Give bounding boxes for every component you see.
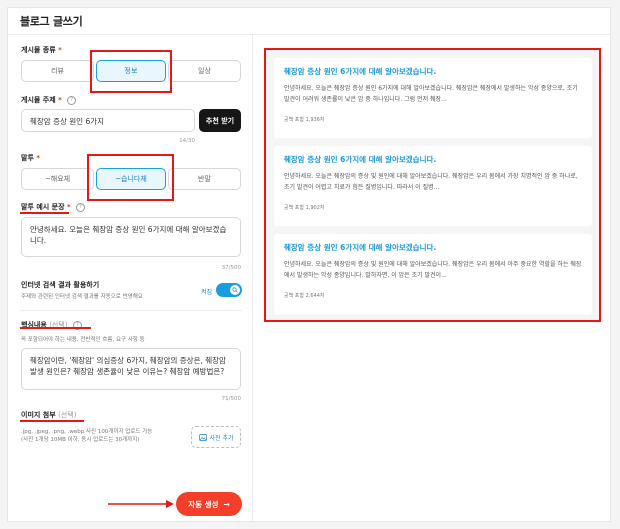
result-body: 안녕하세요. 오늘은 췌장암의 증상 및 원인에 대해 알아보겠습니다. 췌장암…: [284, 261, 582, 279]
post-topic-label: 게시물 주제 * ?: [21, 95, 77, 105]
panel-divider: [252, 35, 253, 521]
toggle-knob: [230, 285, 240, 295]
result-card[interactable]: 췌장암 증상 원인 6가지에 대해 알아보겠습니다. 안녕하세요. 오늘은 췌장…: [274, 234, 592, 314]
image-icon: [198, 433, 207, 441]
header-divider: [8, 34, 610, 35]
required-mark: *: [66, 203, 71, 211]
image-attach-label-text: 이미지 첨부: [21, 411, 56, 419]
add-photo-label: 사진 추가: [209, 434, 234, 442]
tone-example-counter: 37/500: [221, 265, 241, 271]
required-mark: *: [58, 46, 62, 54]
tone-example-textarea[interactable]: 안녕하세요. 오늘은 췌장암 증상 원인 6가지에 대해 알아보겠습니다.: [21, 217, 241, 257]
section-divider: [20, 310, 242, 311]
internet-search-toggle[interactable]: [216, 283, 242, 297]
result-title[interactable]: 췌장암 증상 원인 6가지에 대해 알아보겠습니다.: [284, 242, 582, 253]
tone-example-label: 말투 예시 문장 * ?: [21, 202, 86, 212]
result-title[interactable]: 췌장암 증상 원인 6가지에 대해 알아보겠습니다.: [284, 66, 582, 77]
post-topic-counter: 14/30: [179, 138, 195, 144]
result-title[interactable]: 췌장암 증상 원인 6가지에 대해 알아보겠습니다.: [284, 154, 582, 165]
post-type-label: 게시물 종류 *: [21, 45, 62, 55]
tone-label-text: 말투: [21, 154, 34, 162]
arrow-right-icon: →: [223, 499, 230, 509]
post-type-info[interactable]: 정보: [96, 60, 166, 82]
result-body: 안녕하세요. 오늘은 췌장암 증상 원인 6가지에 대해 알아보겠습니다. 췌장…: [284, 85, 578, 103]
post-type-label-text: 게시물 종류: [21, 46, 56, 54]
tone-banmal[interactable]: 반말: [168, 168, 241, 190]
image-attach-label: 이미지 첨부 (선택): [21, 410, 76, 420]
result-char-count: 공백 포함 1,902자: [284, 205, 325, 211]
annotation-underline-tone-example: [20, 212, 69, 214]
recommend-button[interactable]: 추천 받기: [199, 109, 241, 132]
results-panel: 췌장암 증상 원인 6가지에 대해 알아보겠습니다. 안녕하세요. 오늘은 췌장…: [266, 49, 600, 321]
page-title: 블로그 글쓰기: [20, 15, 83, 28]
image-attach-hint-2: (사진 1개당 10MB 이하, 동시 업로드는 30개까지): [21, 437, 140, 443]
auto-generate-label: 자동 생성: [188, 499, 219, 509]
core-content-hint: 꼭 포함되어야 하는 내용, 전반적인 흐름, 요구 사항 등: [21, 337, 145, 343]
core-content-textarea[interactable]: 췌장암이란, '췌장암' 의심증상 6가지, 췌장암의 증상은, 췌장암 발생 …: [21, 348, 241, 390]
result-char-count: 공백 포함 1,936자: [284, 117, 325, 123]
search-icon: [232, 287, 238, 293]
annotation-arrow: [108, 500, 174, 508]
required-mark: *: [58, 96, 62, 104]
info-icon[interactable]: ?: [67, 95, 77, 105]
add-photo-button[interactable]: 사진 추가: [191, 426, 241, 448]
internet-search-state: 켜짐: [201, 289, 213, 296]
result-card[interactable]: 췌장암 증상 원인 6가지에 대해 알아보겠습니다. 안녕하세요. 오늘은 췌장…: [274, 146, 592, 226]
result-char-count: 공백 포함 2,644자: [284, 293, 325, 299]
optional-mark: (선택): [58, 411, 77, 419]
post-type-daily[interactable]: 일상: [168, 60, 241, 82]
result-card[interactable]: 췌장암 증상 원인 6가지에 대해 알아보겠습니다. 안녕하세요. 오늘은 췌장…: [274, 58, 592, 138]
tone-seumnida[interactable]: ~습니다체: [96, 168, 166, 190]
tone-example-label-text: 말투 예시 문장: [21, 203, 65, 211]
post-topic-input[interactable]: 췌장암 증상 원인 6가지: [21, 109, 195, 132]
tone-label: 말투 *: [21, 153, 40, 163]
info-icon[interactable]: ?: [76, 202, 86, 212]
tone-haeyo[interactable]: ~해요체: [21, 168, 94, 190]
internet-search-label: 인터넷 검색 결과 활용하기: [21, 281, 100, 289]
annotation-underline-image-attach: [20, 420, 84, 422]
core-content-counter: 71/500: [221, 396, 241, 402]
internet-search-description: 주제와 관련된 인터넷 검색 결과를 자동으로 반영해요: [21, 294, 143, 300]
result-body: 안녕하세요. 오늘은 췌장암의 증상 및 원인에 대해 알아보겠습니다. 췌장암…: [284, 173, 578, 191]
required-mark: *: [36, 154, 40, 162]
post-type-review[interactable]: 리뷰: [21, 60, 94, 82]
auto-generate-button[interactable]: 자동 생성 →: [176, 492, 242, 516]
post-topic-label-text: 게시물 주제: [21, 96, 56, 104]
image-attach-hint-1: .jpg, .jpeg, .png, .webp 사진 100개까지 업로드 가…: [21, 429, 153, 435]
annotation-underline-core-content: [20, 327, 91, 329]
